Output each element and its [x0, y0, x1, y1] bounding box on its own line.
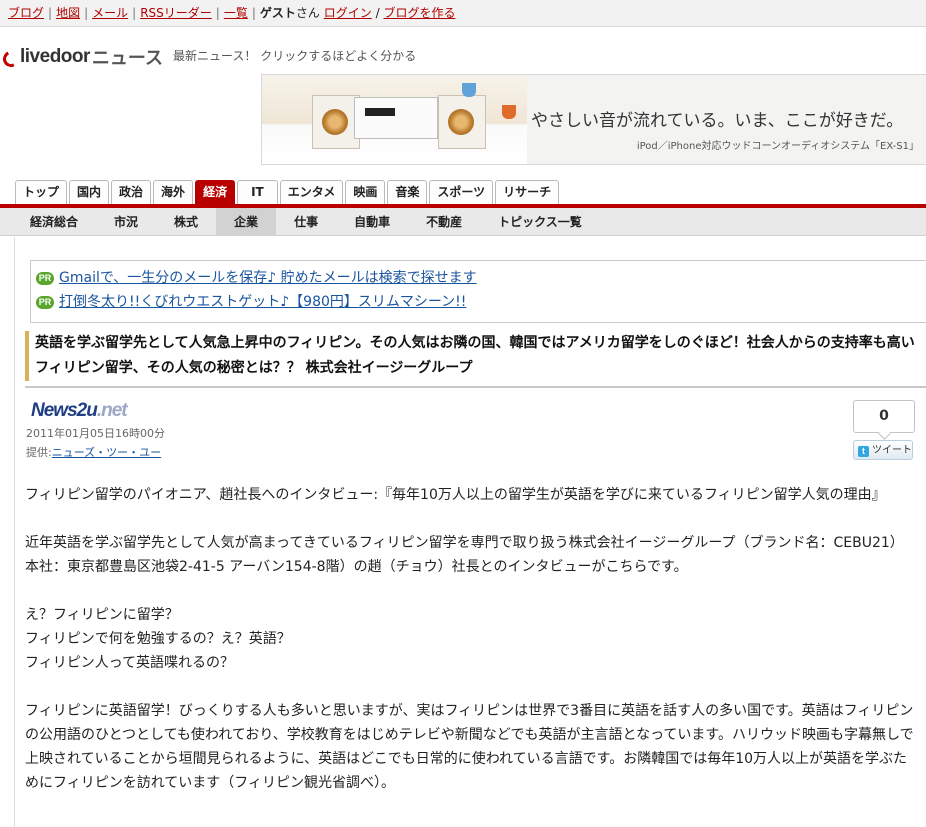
- tab-entertainment[interactable]: エンタメ: [279, 180, 344, 204]
- banner-ad[interactable]: やさしい音が流れている。いま、ここが好きだ。 iPod／iPhone対応ウッドコ…: [261, 74, 926, 165]
- tab-politics[interactable]: 政治: [111, 180, 152, 204]
- source-logo[interactable]: News2u.net: [31, 400, 128, 422]
- category-tabs: トップ 国内 政治 海外 経済 IT エンタメ 映画 音楽 スポーツ リサーチ: [15, 180, 561, 204]
- slash: /: [375, 6, 380, 20]
- subnav-topics-list[interactable]: トピックス一覧: [480, 208, 600, 236]
- tab-top[interactable]: トップ: [15, 180, 68, 204]
- tweet-button[interactable]: t ツイート: [853, 440, 913, 460]
- provider-link[interactable]: ニューズ・ツー・ユー: [52, 446, 161, 459]
- logo-news-text: ニュース: [91, 48, 164, 69]
- banner-copy: やさしい音が流れている。いま、ここが好きだ。: [531, 111, 904, 131]
- subnav-economy-general[interactable]: 経済総合: [12, 208, 96, 236]
- subnav-automobiles[interactable]: 自動車: [336, 208, 408, 236]
- pr-link[interactable]: 打倒冬太り!!くびれウエストゲット♪【980円】スリムマシーン!!: [59, 290, 466, 314]
- sub-navigation: 経済総合 市況 株式 企業 仕事 自動車 不動産 トピックス一覧: [0, 208, 926, 236]
- logo-text: livedoor: [20, 46, 90, 67]
- tab-it[interactable]: IT: [237, 180, 278, 204]
- article-provider: 提供:ニューズ・ツー・ユー: [26, 444, 161, 460]
- separator: |: [132, 6, 137, 20]
- subnav-real-estate[interactable]: 不動産: [408, 208, 480, 236]
- logo-mark-icon: [0, 49, 18, 65]
- site-header: livedoor ニュース 最新ニュース！ クリックするほどよく分かる: [0, 27, 926, 75]
- tab-domestic[interactable]: 国内: [69, 180, 110, 204]
- article-paragraph: 近年英語を学ぶ留学先として人気が高まってきているフィリピン留学を専門で取り扱う株…: [25, 535, 904, 575]
- separator: |: [84, 6, 89, 20]
- unit-display: [365, 108, 395, 116]
- source-logo-net: .net: [96, 400, 128, 421]
- tab-movies[interactable]: 映画: [345, 180, 386, 204]
- article-body: フィリピン留学のパイオニア、趙社長へのインタビュー:『毎年10万人以上の留学生が…: [25, 483, 917, 819]
- article-content: PR Gmailで、一生分のメールを保存♪ 貯めたメールは検索で探せます PR …: [14, 237, 926, 827]
- pr-item: PR Gmailで、一生分のメールを保存♪ 貯めたメールは検索で探せます: [36, 266, 926, 290]
- twitter-icon: t: [858, 446, 869, 457]
- util-link-list[interactable]: 一覧: [224, 6, 248, 20]
- separator: |: [251, 6, 256, 20]
- create-blog-link[interactable]: ブログを作る: [383, 6, 455, 20]
- audio-unit: [354, 97, 438, 139]
- subnav-stocks[interactable]: 株式: [156, 208, 216, 236]
- pr-link[interactable]: Gmailで、一生分のメールを保存♪ 貯めたメールは検索で探せます: [59, 266, 477, 290]
- tab-music[interactable]: 音楽: [387, 180, 428, 204]
- util-link-blog[interactable]: ブログ: [8, 6, 44, 20]
- cup-decoration: [502, 105, 516, 119]
- tagline: 最新ニュース！ クリックするほどよく分かる: [173, 49, 417, 63]
- tweet-count: 0: [853, 400, 915, 433]
- tab-economy[interactable]: 経済: [195, 180, 236, 204]
- article-headline: 英語を学ぶ留学先として人気急上昇中のフィリピン。その人気はお隣の国、韓国ではアメ…: [25, 331, 926, 381]
- pr-badge: PR: [36, 271, 54, 285]
- separator: |: [48, 6, 53, 20]
- utility-bar: ブログ | 地図 | メール | RSSリーダー | 一覧 | ゲストさん ログイン / ブログを作…: [0, 0, 926, 27]
- pr-box: PR Gmailで、一生分のメールを保存♪ 貯めたメールは検索で探せます PR …: [30, 260, 926, 323]
- subnav-market[interactable]: 市況: [96, 208, 156, 236]
- subnav-jobs[interactable]: 仕事: [276, 208, 336, 236]
- article-date: 2011年01月05日16時00分: [26, 427, 165, 440]
- util-link-mail[interactable]: メール: [92, 6, 128, 20]
- util-link-rss[interactable]: RSSリーダー: [140, 6, 212, 20]
- speaker-cone: [322, 109, 348, 135]
- separator: |: [215, 6, 220, 20]
- speaker-cone: [448, 109, 474, 135]
- tab-research[interactable]: リサーチ: [495, 180, 560, 204]
- article-paragraph: え？フィリピンに留学？ フィリピンで何を勉強するの？え？英語？ フィリピン人って…: [25, 607, 291, 671]
- pr-badge: PR: [36, 295, 54, 309]
- tweet-label: ツイート: [872, 445, 912, 456]
- guest-suffix: さん: [295, 6, 320, 20]
- source-logo-name: News2u: [31, 400, 98, 421]
- guest-name: ゲスト: [259, 6, 296, 20]
- speaker-right: [438, 95, 486, 149]
- speaker-left: [312, 95, 360, 149]
- article-paragraph: フィリピン留学のパイオニア、趙社長へのインタビュー:『毎年10万人以上の留学生が…: [25, 487, 886, 503]
- banner-product-image: [262, 75, 527, 164]
- provider-label: 提供:: [26, 446, 52, 459]
- tab-sports[interactable]: スポーツ: [429, 180, 494, 204]
- headline-divider: [25, 386, 926, 388]
- site-logo[interactable]: livedoor ニュース: [0, 42, 163, 72]
- subnav-companies[interactable]: 企業: [216, 208, 277, 236]
- login-link[interactable]: ログイン: [324, 6, 372, 20]
- cup-decoration: [462, 83, 476, 97]
- pr-item: PR 打倒冬太り!!くびれウエストゲット♪【980円】スリムマシーン!!: [36, 290, 926, 314]
- tab-world[interactable]: 海外: [153, 180, 194, 204]
- util-link-map[interactable]: 地図: [56, 6, 80, 20]
- article-paragraph: フィリピンに英語留学！びっくりする人も多いと思いますが、実はフィリピンは世界で3…: [25, 703, 914, 791]
- banner-subcopy: iPod／iPhone対応ウッドコーンオーディオシステム「EX-S1」: [636, 141, 919, 152]
